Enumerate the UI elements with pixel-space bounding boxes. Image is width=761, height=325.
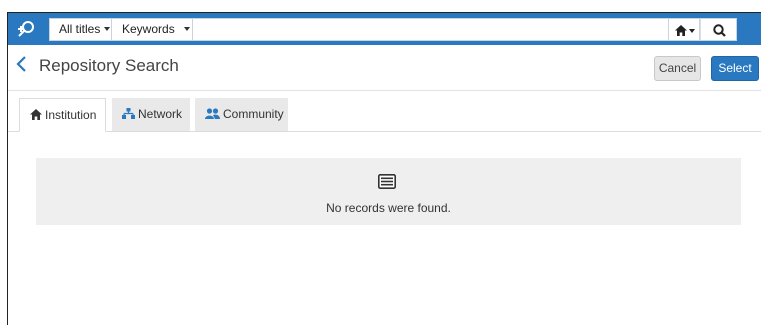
tab-community[interactable]: Community bbox=[195, 98, 288, 131]
cancel-button[interactable]: Cancel bbox=[654, 56, 701, 81]
tab-network[interactable]: Network bbox=[112, 98, 190, 131]
search-input[interactable] bbox=[193, 18, 669, 41]
list-icon bbox=[378, 174, 396, 189]
logo-icon[interactable] bbox=[15, 18, 37, 40]
tab-label: Network bbox=[138, 107, 183, 121]
empty-state: No records were found. bbox=[36, 158, 741, 225]
caret-down-icon bbox=[104, 27, 111, 31]
page-title: Repository Search bbox=[39, 56, 179, 75]
app-frame: All titles Keywords Repository Search Ca… bbox=[7, 12, 761, 325]
search-icon bbox=[713, 24, 726, 37]
page-header: Repository Search Cancel Select bbox=[8, 45, 761, 91]
tab-label: Institution bbox=[45, 108, 97, 122]
home-scope-dropdown[interactable] bbox=[669, 18, 700, 41]
keyword-dropdown[interactable]: Keywords bbox=[112, 18, 193, 41]
home-icon bbox=[30, 109, 42, 120]
back-arrow-icon[interactable] bbox=[15, 55, 31, 77]
sitemap-icon bbox=[122, 108, 135, 119]
empty-message: No records were found. bbox=[326, 201, 451, 215]
caret-down-icon bbox=[183, 27, 190, 31]
search-button[interactable] bbox=[700, 18, 737, 41]
keyword-label: Keywords bbox=[122, 22, 175, 36]
scope-label: All titles bbox=[59, 22, 101, 36]
scope-dropdown[interactable]: All titles bbox=[49, 18, 112, 41]
tab-institution[interactable]: Institution bbox=[19, 98, 106, 132]
caret-down-icon bbox=[689, 29, 695, 33]
select-button[interactable]: Select bbox=[711, 56, 759, 81]
search-bar: All titles Keywords bbox=[8, 13, 761, 45]
tab-label: Community bbox=[223, 107, 284, 121]
scope-tabs: Institution Network Community bbox=[8, 98, 761, 132]
users-icon bbox=[205, 108, 220, 119]
home-icon bbox=[675, 25, 687, 36]
